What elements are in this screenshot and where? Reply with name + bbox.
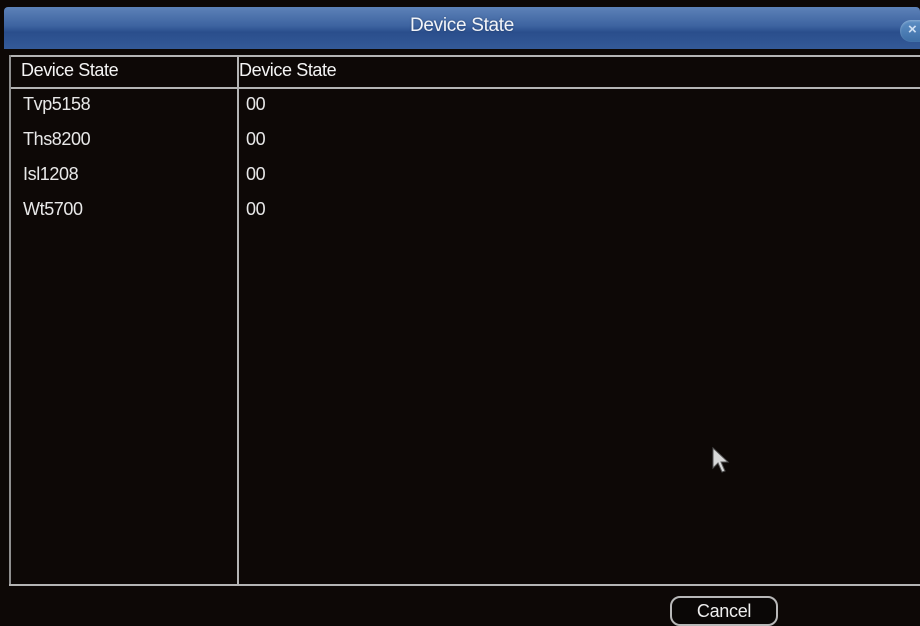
title-bar: Device State × <box>4 7 920 49</box>
table-header <box>9 55 920 89</box>
close-button[interactable]: × <box>900 20 920 42</box>
device-state-cell: 00 <box>246 199 266 219</box>
table-bottom-border <box>9 584 920 586</box>
header-state-column: Device State <box>239 60 337 80</box>
device-state-cell: 00 <box>246 129 266 149</box>
table-left-border <box>9 55 11 585</box>
device-name-cell: Isl1208 <box>23 164 79 184</box>
header-device-column: Device State <box>21 60 119 80</box>
dialog-title: Device State <box>409 15 515 36</box>
close-icon: × <box>908 21 917 38</box>
device-name-cell: Wt5700 <box>23 199 83 219</box>
device-name-cell: Tvp5158 <box>23 94 91 114</box>
device-state-dialog: Device State × Device State Device State… <box>0 0 920 626</box>
mouse-pointer-icon <box>712 446 730 473</box>
column-divider <box>237 55 239 585</box>
cancel-button[interactable]: Cancel <box>670 596 778 626</box>
device-state-cell: 00 <box>246 94 266 114</box>
device-name-cell: Ths8200 <box>23 129 91 149</box>
device-state-cell: 00 <box>246 164 266 184</box>
